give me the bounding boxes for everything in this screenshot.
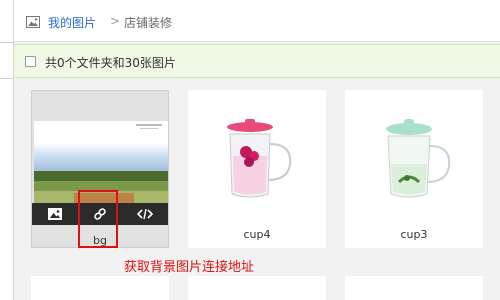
image-icon	[47, 208, 62, 220]
sidebar-divider	[0, 78, 13, 79]
sidebar-divider	[0, 42, 13, 43]
breadcrumb-bar: 我的图片 > 店铺装修	[14, 0, 500, 42]
selection-bar: 共0个文件夹和30张图片	[14, 44, 500, 78]
breadcrumb-link-my-images[interactable]: 我的图片	[48, 14, 96, 31]
image-card-name: cup3	[400, 228, 428, 241]
image-card-partial[interactable]	[345, 276, 483, 300]
cup-image	[386, 119, 451, 198]
view-image-button[interactable]	[32, 203, 77, 225]
select-all-checkbox[interactable]	[25, 56, 36, 67]
annotation-text: 获取背景图片连接地址	[124, 260, 255, 275]
image-folder-icon	[26, 16, 40, 28]
annotation-highlight-box	[78, 190, 118, 248]
cup-image	[227, 119, 292, 198]
code-icon	[136, 208, 153, 220]
item-count-summary: 共0个文件夹和30张图片	[45, 56, 176, 70]
sidebar-edge	[0, 0, 14, 300]
image-card-partial[interactable]	[188, 276, 326, 300]
image-card-cup3[interactable]: cup3	[345, 90, 483, 248]
image-card-name: cup4	[243, 228, 271, 241]
breadcrumb-current: 店铺装修	[124, 16, 173, 30]
image-card-cup4[interactable]: cup4	[188, 90, 326, 248]
breadcrumb-separator: >	[110, 14, 121, 28]
image-card-partial[interactable]	[31, 276, 169, 300]
copy-code-button[interactable]	[122, 203, 167, 225]
